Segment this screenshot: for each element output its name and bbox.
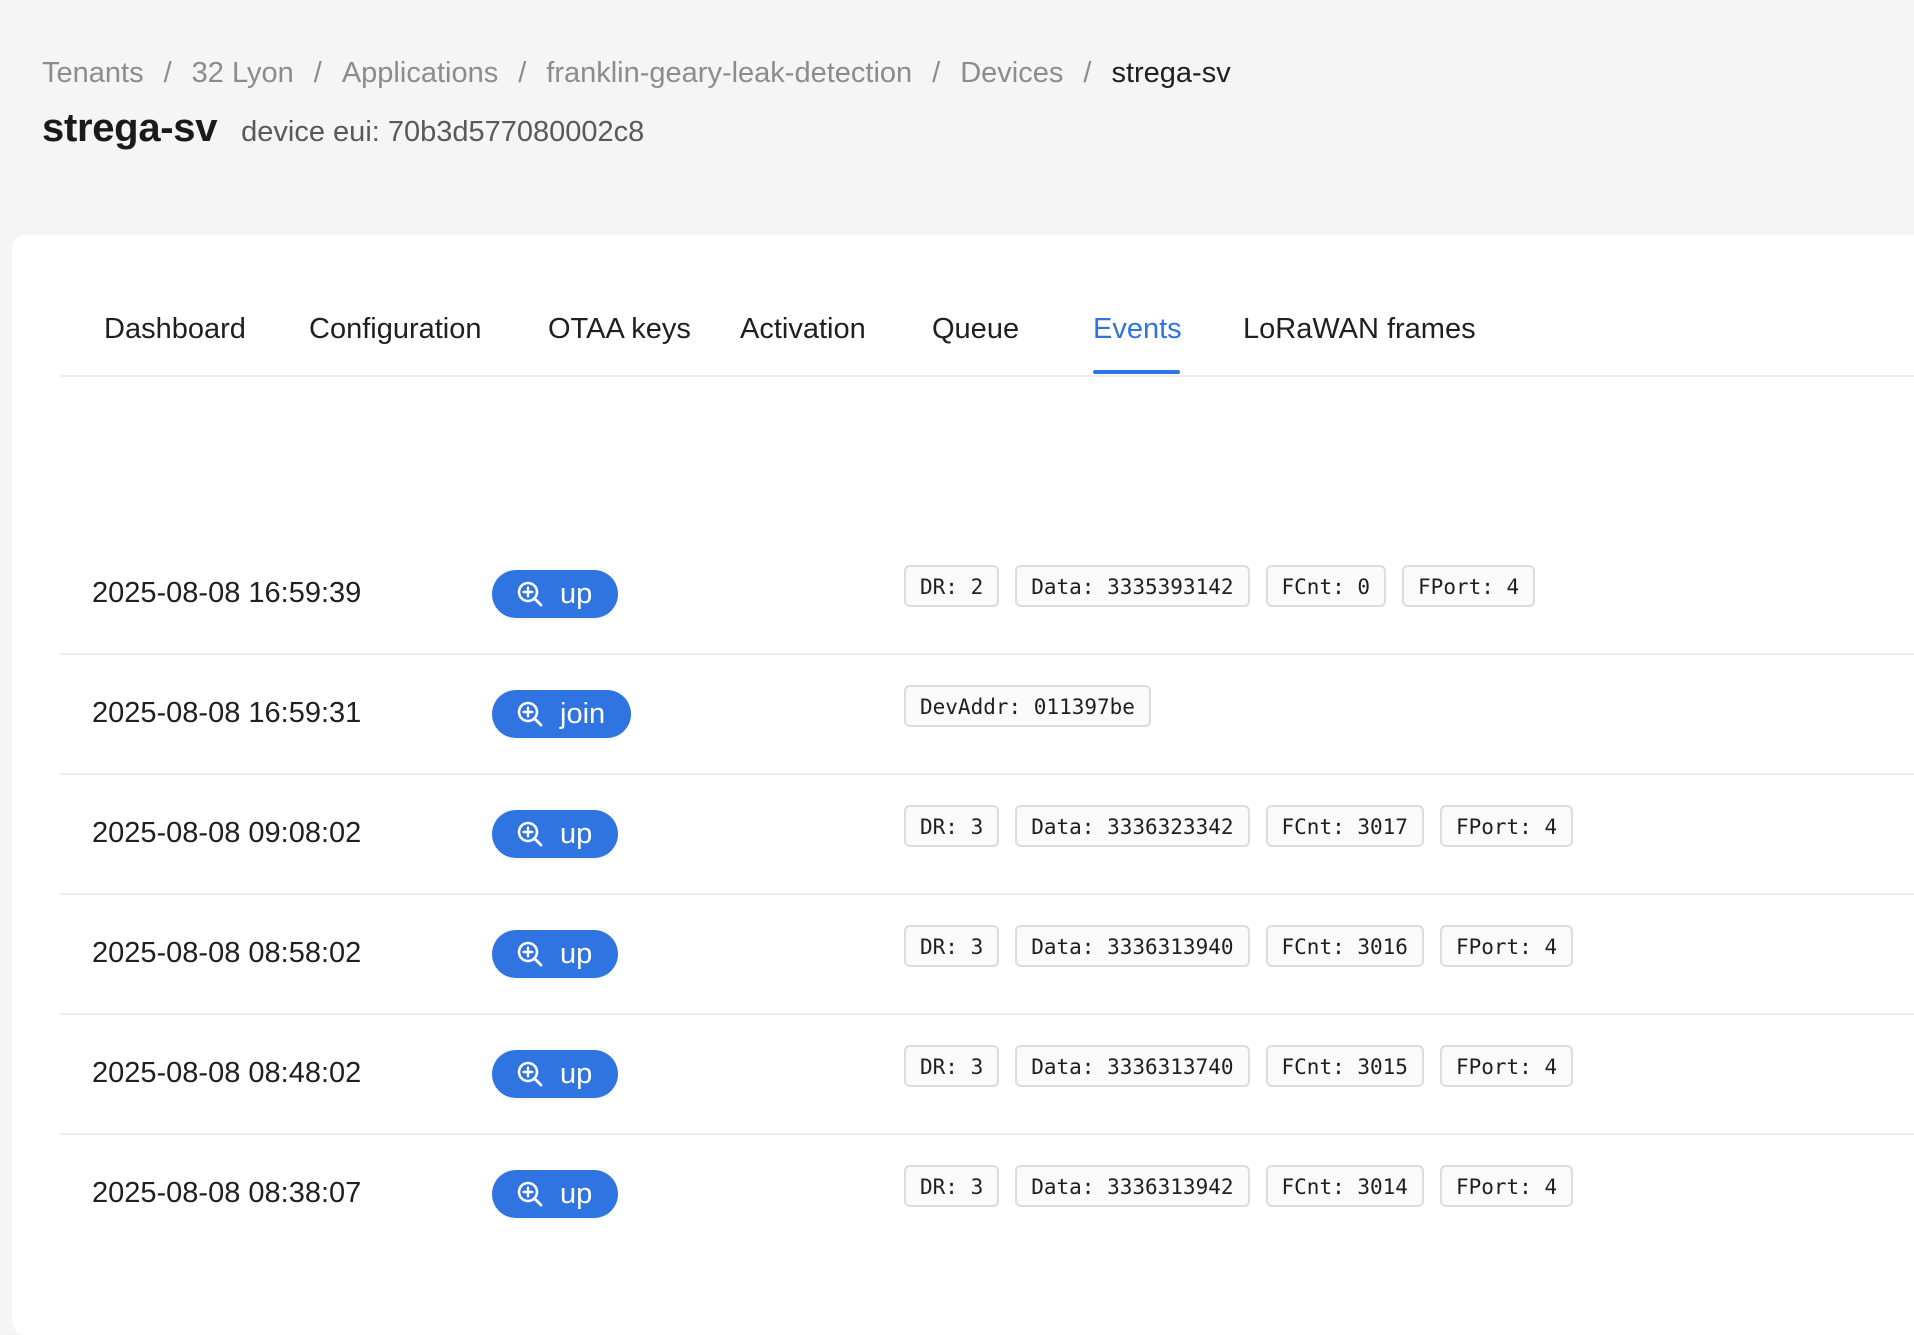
event-detail-chip: FCnt: 3015 bbox=[1265, 1045, 1424, 1087]
event-row: 2025-08-08 09:08:02 up DR: 3 Data: 333632… bbox=[60, 775, 1914, 895]
zoom-in-icon bbox=[516, 1060, 544, 1088]
breadcrumb-separator: / bbox=[932, 57, 941, 89]
event-detail-chip: FPort: 4 bbox=[1439, 1045, 1574, 1087]
event-detail-chip: DR: 3 bbox=[904, 805, 1000, 847]
event-row: 2025-08-08 08:48:02 up DR: 3 Data: 333631… bbox=[60, 1015, 1914, 1135]
event-type-label: up bbox=[560, 578, 593, 610]
event-details: DR: 3 Data: 3336313942 FCnt: 3014 FPort: 4 bbox=[904, 1165, 1574, 1207]
tab-configuration[interactable]: Configuration bbox=[309, 307, 482, 351]
tab-bar: Dashboard Configuration OTAA keys Activa… bbox=[60, 235, 1914, 377]
breadcrumb-application[interactable]: franklin-geary-leak-detection bbox=[546, 48, 912, 98]
event-timestamp: 2025-08-08 16:59:39 bbox=[92, 577, 362, 609]
event-details: DR: 3 Data: 3336313740 FCnt: 3015 FPort: 4 bbox=[904, 1045, 1574, 1087]
breadcrumb-tenant[interactable]: 32 Lyon bbox=[192, 48, 294, 98]
breadcrumb-current-device: strega-sv bbox=[1111, 57, 1231, 89]
breadcrumb-applications[interactable]: Applications bbox=[342, 48, 498, 98]
event-type-label: up bbox=[560, 938, 593, 970]
event-timestamp: 2025-08-08 09:08:02 bbox=[92, 817, 362, 849]
event-join-button[interactable]: join bbox=[492, 690, 632, 738]
page-header: Tenants / 32 Lyon / Applications / frank… bbox=[42, 48, 1914, 151]
breadcrumb-separator: / bbox=[518, 57, 527, 89]
event-detail-chip: Data: 3336313940 bbox=[1015, 925, 1250, 967]
event-up-button[interactable]: up bbox=[492, 930, 619, 978]
event-detail-chip: DR: 3 bbox=[904, 1165, 1000, 1207]
events-list: 2025-08-08 16:59:39 up DR: 2 Data: 333539… bbox=[60, 535, 1914, 1253]
event-type-label: up bbox=[560, 818, 593, 850]
event-detail-chip: Data: 3336313740 bbox=[1015, 1045, 1250, 1087]
event-timestamp: 2025-08-08 16:59:31 bbox=[92, 697, 362, 729]
event-detail-chip: DR: 2 bbox=[904, 565, 1000, 607]
event-detail-chip: Data: 3335393142 bbox=[1015, 565, 1250, 607]
event-up-button[interactable]: up bbox=[492, 570, 619, 618]
tab-lorawan-frames[interactable]: LoRaWAN frames bbox=[1243, 307, 1476, 351]
event-detail-chip: DevAddr: 011397be bbox=[904, 685, 1151, 727]
event-detail-chip: FPort: 4 bbox=[1439, 925, 1574, 967]
tab-otaa-keys[interactable]: OTAA keys bbox=[548, 307, 691, 351]
breadcrumb-devices[interactable]: Devices bbox=[960, 48, 1063, 98]
event-row: 2025-08-08 08:38:07 up DR: 3 Data: 333631… bbox=[60, 1135, 1914, 1253]
breadcrumb-separator: / bbox=[163, 57, 172, 89]
event-details: DR: 2 Data: 3335393142 FCnt: 0 FPort: 4 bbox=[904, 565, 1536, 607]
event-detail-chip: DR: 3 bbox=[904, 1045, 1000, 1087]
zoom-in-icon bbox=[516, 940, 544, 968]
zoom-in-icon bbox=[516, 820, 544, 848]
event-type-label: up bbox=[560, 1058, 593, 1090]
breadcrumb-tenants[interactable]: Tenants bbox=[42, 48, 144, 98]
page-title: strega-sv bbox=[42, 106, 218, 150]
event-up-button[interactable]: up bbox=[492, 810, 619, 858]
breadcrumb: Tenants / 32 Lyon / Applications / frank… bbox=[42, 48, 1914, 98]
event-detail-chip: DR: 3 bbox=[904, 925, 1000, 967]
event-row: 2025-08-08 16:59:31 join DevAddr: 011397… bbox=[60, 655, 1914, 775]
event-details: DR: 3 Data: 3336313940 FCnt: 3016 FPort: 4 bbox=[904, 925, 1574, 967]
event-detail-chip: FCnt: 3017 bbox=[1265, 805, 1424, 847]
tab-dashboard[interactable]: Dashboard bbox=[104, 307, 246, 351]
tab-queue[interactable]: Queue bbox=[932, 307, 1019, 351]
zoom-in-icon bbox=[516, 580, 544, 608]
zoom-in-icon bbox=[516, 1180, 544, 1208]
zoom-in-icon bbox=[516, 700, 544, 728]
event-type-label: join bbox=[560, 698, 606, 730]
breadcrumb-separator: / bbox=[1083, 57, 1092, 89]
event-row: 2025-08-08 08:58:02 up DR: 3 Data: 333631… bbox=[60, 895, 1914, 1015]
title-row: strega-sv device eui: 70b3d577080002c8 bbox=[42, 106, 1914, 151]
event-details: DevAddr: 011397be bbox=[904, 685, 1151, 727]
active-tab-indicator bbox=[1093, 370, 1180, 374]
breadcrumb-separator: / bbox=[313, 57, 322, 89]
device-card: Dashboard Configuration OTAA keys Activa… bbox=[12, 235, 1914, 1335]
event-detail-chip: Data: 3336323342 bbox=[1015, 805, 1250, 847]
event-detail-chip: FPort: 4 bbox=[1402, 565, 1536, 607]
event-detail-chip: Data: 3336313942 bbox=[1015, 1165, 1250, 1207]
event-detail-chip: FPort: 4 bbox=[1439, 805, 1574, 847]
event-timestamp: 2025-08-08 08:38:07 bbox=[92, 1177, 362, 1209]
event-detail-chip: FCnt: 0 bbox=[1265, 565, 1387, 607]
event-timestamp: 2025-08-08 08:48:02 bbox=[92, 1057, 362, 1089]
event-up-button[interactable]: up bbox=[492, 1050, 619, 1098]
device-eui: device eui: 70b3d577080002c8 bbox=[241, 116, 645, 148]
event-row: 2025-08-08 16:59:39 up DR: 2 Data: 333539… bbox=[60, 535, 1914, 655]
event-up-button[interactable]: up bbox=[492, 1170, 619, 1218]
event-detail-chip: FPort: 4 bbox=[1439, 1165, 1574, 1207]
event-detail-chip: FCnt: 3016 bbox=[1265, 925, 1424, 967]
event-type-label: up bbox=[560, 1178, 593, 1210]
event-details: DR: 3 Data: 3336323342 FCnt: 3017 FPort: 4 bbox=[904, 805, 1574, 847]
event-detail-chip: FCnt: 3014 bbox=[1265, 1165, 1424, 1207]
tab-activation[interactable]: Activation bbox=[740, 307, 866, 351]
tab-events[interactable]: Events bbox=[1093, 307, 1182, 351]
event-timestamp: 2025-08-08 08:58:02 bbox=[92, 937, 362, 969]
